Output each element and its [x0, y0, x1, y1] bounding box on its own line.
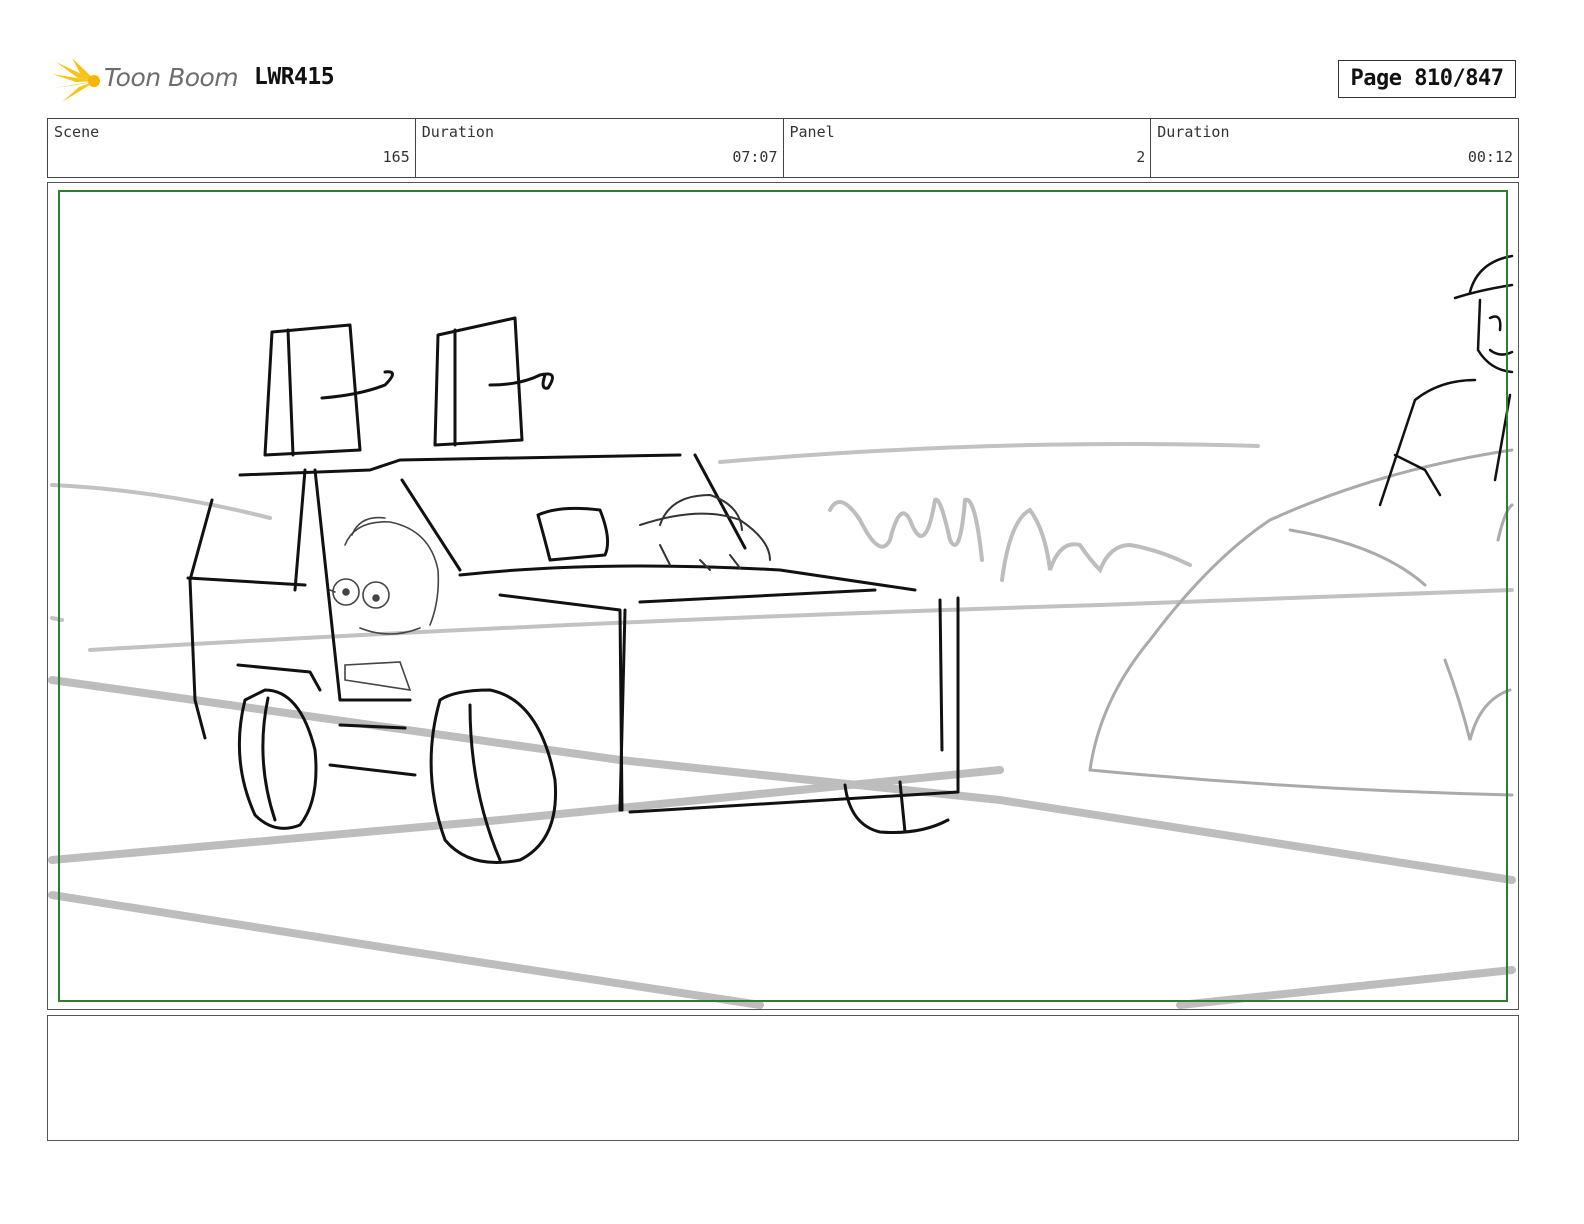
starburst-icon: [52, 58, 100, 102]
page-number: Page 810/847: [1338, 60, 1516, 98]
panel-duration-value: 00:12: [1467, 148, 1513, 166]
toon-boom-logo: Toon Boom: [52, 56, 242, 106]
scene-cell: Scene 165: [48, 119, 416, 177]
notes-box: [47, 1015, 1519, 1141]
scene-duration-value: 07:07: [732, 148, 778, 166]
scene-label: Scene: [54, 123, 100, 141]
safe-area-border: [58, 190, 1508, 1002]
scene-duration-cell: Duration 07:07: [416, 119, 784, 177]
panel-label: Panel: [789, 123, 835, 141]
panel-cell: Panel 2: [784, 119, 1152, 177]
logo-text: Toon Boom: [104, 63, 239, 92]
panel-duration-cell: Duration 00:12: [1151, 119, 1518, 177]
info-table: Scene 165 Duration 07:07 Panel 2 Duratio…: [47, 118, 1519, 178]
scene-value: 165: [382, 148, 410, 166]
project-code: LWR415: [254, 64, 335, 90]
panel-duration-label: Duration: [1157, 123, 1230, 141]
panel-value: 2: [1136, 148, 1146, 166]
scene-duration-label: Duration: [421, 123, 494, 141]
